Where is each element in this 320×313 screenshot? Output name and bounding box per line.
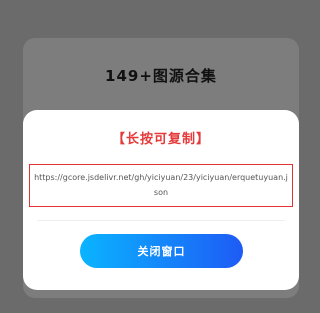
copy-url-dialog: 【长按可复制】 https://gcore.jsdelivr.net/gh/yi… — [23, 110, 299, 290]
close-window-button[interactable]: 关闭窗口 — [80, 234, 243, 268]
dialog-title: 【长按可复制】 — [111, 132, 210, 147]
url-text-box[interactable]: https://gcore.jsdelivr.net/gh/yiciyuan/2… — [29, 164, 293, 207]
divider — [37, 220, 285, 221]
background-page-title: 149+图源合集 — [105, 67, 217, 85]
